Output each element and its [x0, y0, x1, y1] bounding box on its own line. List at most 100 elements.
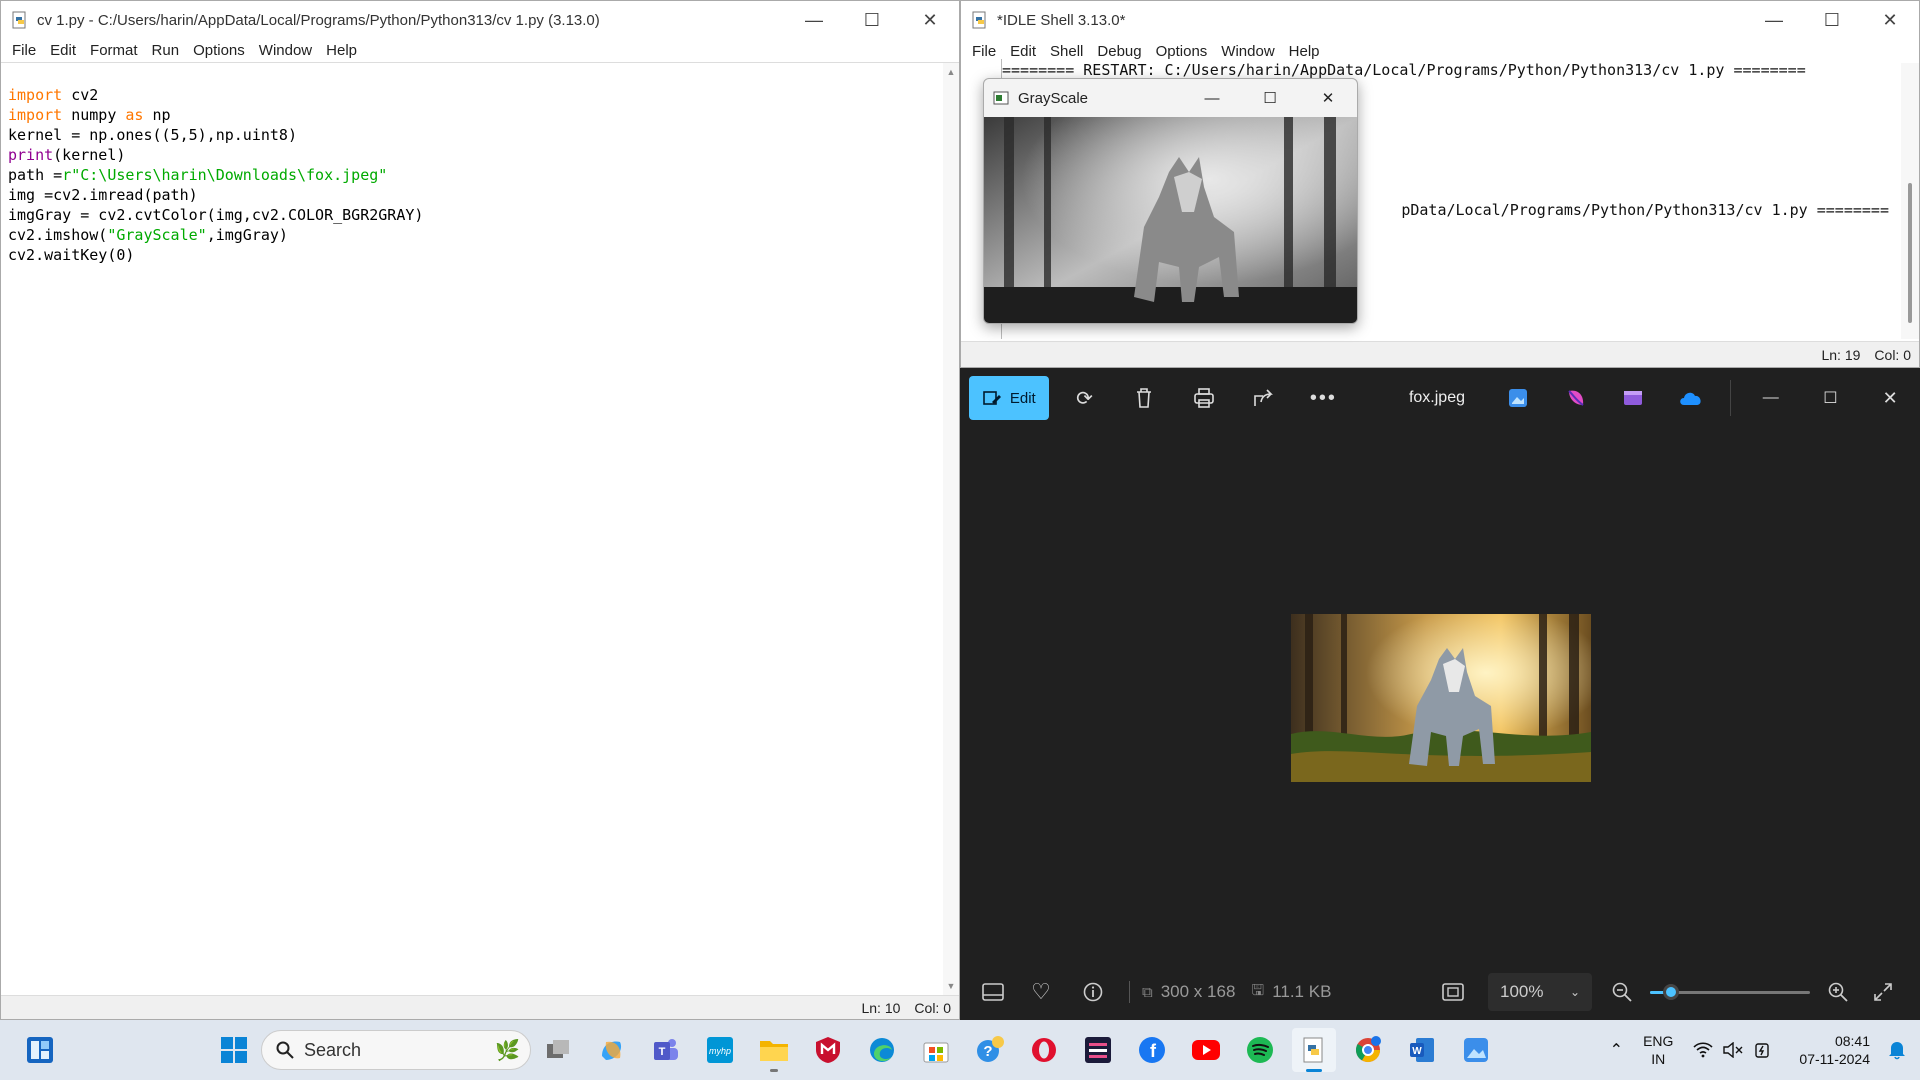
fullscreen-button[interactable] — [1858, 982, 1908, 1002]
shell-scrollbar[interactable] — [1901, 63, 1919, 339]
copilot-button[interactable] — [590, 1028, 634, 1072]
menu-help[interactable]: Help — [1282, 43, 1327, 60]
myhp-button[interactable]: myhp — [698, 1028, 742, 1072]
help-icon: ? — [977, 1036, 1004, 1062]
zoom-slider-thumb[interactable] — [1662, 984, 1679, 1000]
search-box[interactable]: Search 🌿 — [261, 1030, 531, 1070]
maximize-button[interactable]: ☐ — [1803, 1, 1861, 39]
close-button[interactable]: ✕ — [1860, 376, 1920, 420]
zoom-slider[interactable] — [1650, 982, 1810, 1002]
notification-bell-icon[interactable] — [1888, 1040, 1906, 1060]
delete-button[interactable] — [1114, 376, 1174, 420]
menu-options[interactable]: Options — [186, 42, 252, 59]
active-indicator — [1306, 1069, 1322, 1072]
grayscale-titlebar[interactable]: GrayScale — ☐ ✕ — [984, 79, 1357, 117]
menu-file[interactable]: File — [965, 43, 1003, 60]
close-button[interactable]: ✕ — [1299, 89, 1357, 107]
menu-run[interactable]: Run — [145, 42, 187, 59]
color-wolf-image[interactable] — [1291, 614, 1591, 782]
photos-button[interactable] — [1454, 1028, 1498, 1072]
column-number: Col: 0 — [914, 999, 951, 1016]
info-button[interactable] — [1069, 982, 1117, 1002]
code-line: cv2.imshow("GrayScale",imgGray) — [8, 226, 288, 244]
code-line: kernel = np.ones((5,5),np.uint8) — [8, 126, 297, 144]
zoom-in-button[interactable] — [1818, 982, 1858, 1002]
chevron-up-icon[interactable]: ⌃ — [1610, 1040, 1623, 1060]
editor-titlebar[interactable]: cv 1.py - C:/Users/harin/AppData/Local/P… — [1, 1, 959, 39]
clipchamp-button[interactable] — [1604, 376, 1662, 420]
code-editor[interactable]: import cv2 import numpy as np kernel = np.… — [1, 63, 959, 307]
close-button[interactable]: ✕ — [901, 1, 959, 39]
opera-button[interactable] — [1022, 1028, 1066, 1072]
menu-shell[interactable]: Shell — [1043, 43, 1090, 60]
chevron-down-icon: ⌄ — [1569, 985, 1580, 999]
onedrive-button[interactable] — [1662, 376, 1720, 420]
fit-to-window-button[interactable] — [1428, 983, 1478, 1001]
rotate-button[interactable]: ⟳ — [1055, 376, 1115, 420]
menu-debug[interactable]: Debug — [1090, 43, 1148, 60]
teams-button[interactable]: T — [644, 1028, 688, 1072]
date: 07-11-2024 — [1799, 1051, 1870, 1067]
svg-text:myhp: myhp — [709, 1046, 731, 1056]
chrome-button[interactable] — [1346, 1028, 1390, 1072]
menu-format[interactable]: Format — [83, 42, 145, 59]
favorite-button[interactable]: ♡ — [1013, 979, 1069, 1005]
menu-edit[interactable]: Edit — [43, 42, 83, 59]
shell-titlebar[interactable]: *IDLE Shell 3.13.0* — ☐ ✕ — [961, 1, 1919, 39]
expand-icon — [1874, 983, 1892, 1001]
clock[interactable]: 08:41 07-11-2024 — [1799, 1032, 1870, 1068]
task-view-button[interactable] — [536, 1028, 580, 1072]
maximize-button[interactable]: ☐ — [1801, 376, 1861, 420]
share-button[interactable] — [1234, 376, 1294, 420]
print-button[interactable] — [1174, 376, 1234, 420]
column-number: Col: 0 — [1874, 346, 1911, 363]
maximize-button[interactable]: ☐ — [843, 1, 901, 39]
code-line: path =r"C:\Users\harin\Downloads\fox.jpe… — [8, 166, 388, 184]
minimize-button[interactable]: — — [1745, 1, 1803, 39]
windows-logo-icon — [221, 1037, 247, 1063]
word-button[interactable]: W — [1400, 1028, 1444, 1072]
data-app-icon — [1085, 1037, 1111, 1063]
youtube-button[interactable] — [1184, 1028, 1228, 1072]
facebook-button[interactable]: f — [1130, 1028, 1174, 1072]
code-line: import numpy as np — [8, 106, 171, 124]
get-help-button[interactable]: ? — [968, 1028, 1012, 1072]
zoom-dropdown[interactable]: 100% ⌄ — [1488, 973, 1592, 1011]
language-indicator[interactable]: ENG IN — [1643, 1032, 1673, 1068]
file-explorer-button[interactable] — [752, 1028, 796, 1072]
edit-button[interactable]: Edit — [969, 376, 1049, 420]
trash-icon — [1137, 388, 1152, 408]
spotify-button[interactable] — [1238, 1028, 1282, 1072]
menu-file[interactable]: File — [5, 42, 43, 59]
language-code: ENG — [1643, 1033, 1674, 1049]
menu-window[interactable]: Window — [252, 42, 319, 59]
svg-text:?: ? — [983, 1043, 992, 1060]
menu-window[interactable]: Window — [1214, 43, 1281, 60]
menu-options[interactable]: Options — [1149, 43, 1215, 60]
more-options-button[interactable]: ••• — [1294, 376, 1354, 420]
mcafee-button[interactable] — [806, 1028, 850, 1072]
maximize-button[interactable]: ☐ — [1241, 89, 1299, 107]
microsoft-store-button[interactable] — [914, 1028, 958, 1072]
data-app-button[interactable] — [1076, 1028, 1120, 1072]
start-button[interactable] — [212, 1028, 256, 1072]
menu-help[interactable]: Help — [319, 42, 364, 59]
minimize-button[interactable]: — — [1741, 376, 1801, 420]
zoom-out-button[interactable] — [1602, 982, 1642, 1002]
facebook-icon: f — [1139, 1037, 1165, 1063]
edge-button[interactable] — [860, 1028, 904, 1072]
filmstrip-button[interactable] — [973, 983, 1013, 1001]
time: 08:41 — [1834, 1033, 1870, 1049]
idle-button[interactable] — [1292, 1028, 1336, 1072]
photo-editor-button[interactable] — [1489, 376, 1547, 420]
save-icon: 🖫 — [1251, 981, 1265, 999]
editor-scrollbar[interactable]: ▲ ▼ — [943, 63, 959, 995]
close-button[interactable]: ✕ — [1861, 1, 1919, 39]
menu-edit[interactable]: Edit — [1003, 43, 1043, 60]
system-tray: ⌃ ENG IN 08:41 07-11-2024 — [1610, 1020, 1906, 1080]
minimize-button[interactable]: — — [1183, 90, 1241, 107]
minimize-button[interactable]: — — [785, 1, 843, 39]
designer-button[interactable] — [1547, 376, 1605, 420]
widgets-button[interactable] — [18, 1028, 62, 1072]
quick-settings[interactable] — [1693, 1041, 1771, 1059]
